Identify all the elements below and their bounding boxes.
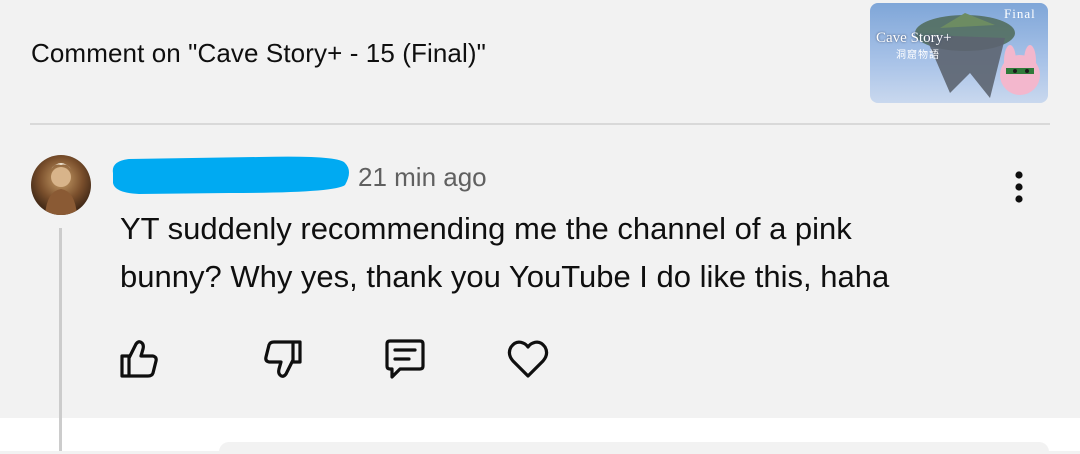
thumbnail-subtitle: 洞窟物語 [896,50,940,61]
more-options-button[interactable] [1004,168,1034,208]
comment-icon [385,339,425,379]
comment-line: YT suddenly recommending me the channel … [120,211,852,246]
divider [30,123,1050,125]
heart-icon [507,340,549,378]
comment-line: bunny? Why yes, thank you YouTube I do l… [120,259,890,294]
thumbs-up-icon [120,340,158,378]
redacted-username [109,153,354,202]
page-title: Comment on "Cave Story+ - 15 (Final)" [31,38,486,68]
comment-timestamp: 21 min ago [358,162,487,192]
reply-input[interactable] [219,442,1049,454]
comment-body: YT suddenly recommending me the channel … [120,205,1000,301]
reply-button[interactable] [382,336,428,382]
thread-line [59,418,62,451]
thumbs-down-icon [264,340,302,378]
avatar[interactable] [31,155,91,215]
dislike-button[interactable] [260,336,306,382]
thumbnail-title: Cave Story+ [876,30,952,46]
thumbnail-badge: Final [1004,6,1036,21]
more-vertical-icon [1015,171,1023,203]
heart-button[interactable] [505,336,551,382]
like-button[interactable] [116,336,162,382]
